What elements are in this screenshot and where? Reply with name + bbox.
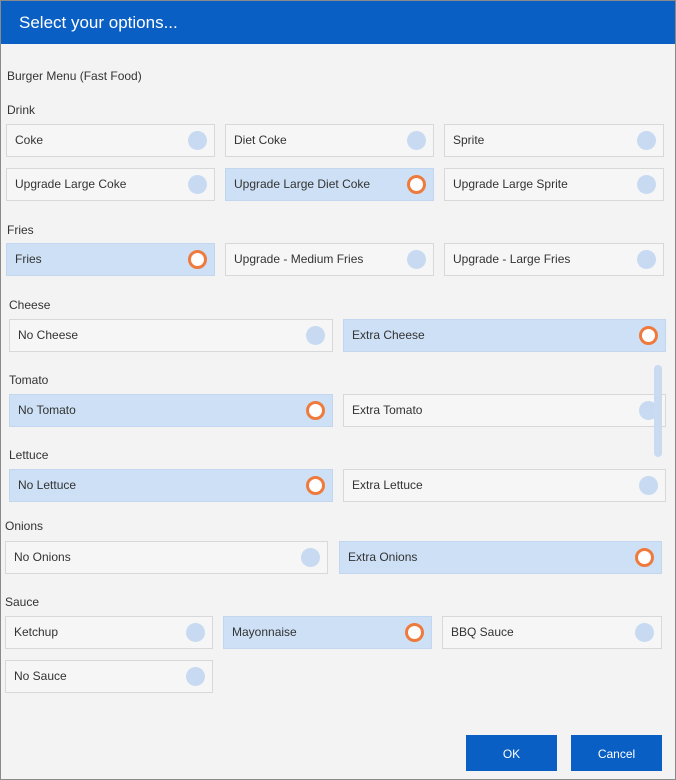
option-coke[interactable]: Coke: [6, 124, 215, 157]
options-dialog: Select your options... Burger Menu (Fast…: [0, 0, 676, 780]
option-label: Diet Coke: [234, 133, 287, 147]
menu-title: Burger Menu (Fast Food): [7, 69, 142, 83]
option-no-sauce[interactable]: No Sauce: [5, 660, 213, 693]
option-label: Mayonnaise: [232, 625, 297, 639]
radio-icon[interactable]: [637, 131, 656, 150]
group-label-onions: Onions: [5, 519, 44, 533]
option-label: Sprite: [453, 133, 485, 147]
radio-icon[interactable]: [639, 326, 658, 345]
group-label-lettuce: Lettuce: [9, 448, 49, 462]
radio-icon[interactable]: [635, 623, 654, 642]
radio-icon[interactable]: [186, 667, 205, 686]
radio-icon[interactable]: [407, 175, 426, 194]
radio-icon[interactable]: [306, 476, 325, 495]
option-ketchup[interactable]: Ketchup: [5, 616, 213, 649]
radio-icon[interactable]: [306, 401, 325, 420]
radio-icon[interactable]: [635, 548, 654, 567]
radio-icon[interactable]: [637, 175, 656, 194]
option-no-onions[interactable]: No Onions: [5, 541, 328, 574]
option-extra-lettuce[interactable]: Extra Lettuce: [343, 469, 666, 502]
option-upgrade-large-sprite[interactable]: Upgrade Large Sprite: [444, 168, 664, 201]
option-label: No Tomato: [18, 403, 76, 417]
option-extra-cheese[interactable]: Extra Cheese: [343, 319, 666, 352]
radio-icon[interactable]: [405, 623, 424, 642]
radio-icon[interactable]: [637, 250, 656, 269]
group-label-cheese: Cheese: [9, 298, 51, 312]
radio-icon[interactable]: [639, 476, 658, 495]
option-label: Extra Tomato: [352, 403, 423, 417]
option-sprite[interactable]: Sprite: [444, 124, 664, 157]
option-extra-onions[interactable]: Extra Onions: [339, 541, 662, 574]
radio-icon[interactable]: [301, 548, 320, 567]
option-fries[interactable]: Fries: [6, 243, 215, 276]
option-label: Extra Onions: [348, 550, 418, 564]
option-bbq-sauce[interactable]: BBQ Sauce: [442, 616, 662, 649]
option-label: No Lettuce: [18, 478, 77, 492]
option-label: No Cheese: [18, 328, 79, 342]
radio-icon[interactable]: [407, 250, 426, 269]
radio-icon[interactable]: [188, 250, 207, 269]
option-label: Ketchup: [14, 625, 59, 639]
group-label-fries: Fries: [7, 223, 34, 237]
option-upgrade-large-diet-coke[interactable]: Upgrade Large Diet Coke: [225, 168, 434, 201]
option-no-lettuce[interactable]: No Lettuce: [9, 469, 333, 502]
option-label: Upgrade - Medium Fries: [234, 252, 364, 266]
option-label: Coke: [15, 133, 44, 147]
option-label: Upgrade Large Diet Coke: [234, 177, 371, 191]
option-label: Fries: [15, 252, 42, 266]
radio-icon[interactable]: [188, 131, 207, 150]
option-mayonnaise[interactable]: Mayonnaise: [223, 616, 432, 649]
option-label: Upgrade Large Coke: [15, 177, 127, 191]
group-label-sauce: Sauce: [5, 595, 40, 609]
group-label-tomato: Tomato: [9, 373, 49, 387]
option-label: Extra Lettuce: [352, 478, 423, 492]
option-no-tomato[interactable]: No Tomato: [9, 394, 333, 427]
dialog-title: Select your options...: [1, 1, 675, 44]
radio-icon[interactable]: [186, 623, 205, 642]
option-upgrade-large-fries[interactable]: Upgrade - Large Fries: [444, 243, 664, 276]
option-no-cheese[interactable]: No Cheese: [9, 319, 333, 352]
option-label: No Sauce: [14, 669, 67, 683]
option-extra-tomato[interactable]: Extra Tomato: [343, 394, 666, 427]
option-upgrade-medium-fries[interactable]: Upgrade - Medium Fries: [225, 243, 434, 276]
cancel-button[interactable]: Cancel: [571, 735, 662, 771]
option-label: Extra Cheese: [352, 328, 425, 342]
option-label: Upgrade Large Sprite: [453, 177, 568, 191]
radio-icon[interactable]: [306, 326, 325, 345]
option-label: BBQ Sauce: [451, 625, 514, 639]
option-label: No Onions: [14, 550, 71, 564]
radio-icon[interactable]: [407, 131, 426, 150]
ok-button[interactable]: OK: [466, 735, 557, 771]
scrollbar-thumb[interactable]: [654, 365, 662, 457]
option-upgrade-large-coke[interactable]: Upgrade Large Coke: [6, 168, 215, 201]
option-diet-coke[interactable]: Diet Coke: [225, 124, 434, 157]
radio-icon[interactable]: [188, 175, 207, 194]
group-label-drink: Drink: [7, 103, 36, 117]
option-label: Upgrade - Large Fries: [453, 252, 571, 266]
